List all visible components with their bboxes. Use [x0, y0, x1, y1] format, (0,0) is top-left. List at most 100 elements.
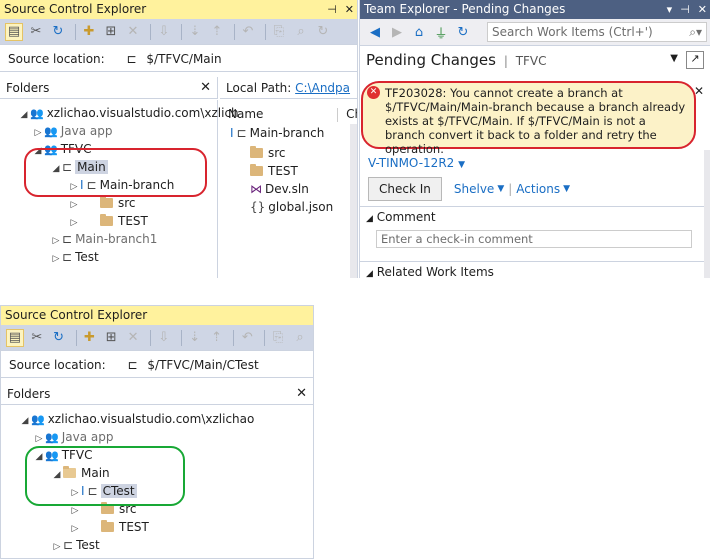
check-in-button[interactable]: Check In: [368, 177, 442, 201]
related-work-items-label: Related Work Items: [376, 265, 494, 278]
workspace-name[interactable]: V-TINMO-12R2: [368, 156, 454, 170]
error-message: ✕ TF203028: You cannot create a branch a…: [361, 81, 696, 156]
dropdown-icon[interactable]: ▾: [667, 3, 673, 16]
undo-icon[interactable]: ↶: [238, 329, 256, 347]
column-changes[interactable]: Ch: [342, 107, 357, 121]
page-subtitle: TFVC: [515, 54, 547, 68]
file-item-global-json[interactable]: {} global.json: [250, 198, 333, 216]
find-icon[interactable]: ⌕: [291, 329, 309, 347]
forward-icon[interactable]: ▶: [388, 23, 406, 41]
branch-icon: ⊏: [62, 232, 73, 246]
popout-icon[interactable]: ↗: [686, 51, 704, 69]
collapse-arrow-icon[interactable]: ◢: [366, 269, 373, 278]
bottom-source-control-explorer: Source Control Explorer ▤ ✂ ↻ ✚ ⊞ ✕ ⇩ ⇣ …: [0, 305, 314, 559]
collapse-arrow-icon[interactable]: ◢: [366, 214, 373, 224]
history-icon[interactable]: ↻: [314, 23, 332, 41]
check-in-icon[interactable]: ⇩: [155, 23, 173, 41]
refresh-icon[interactable]: ↻: [50, 329, 68, 347]
chevron-down-icon[interactable]: ▼: [458, 160, 465, 170]
close-icon[interactable]: ✕: [698, 3, 707, 16]
close-folders-icon[interactable]: ✕: [200, 77, 211, 98]
file-item-main-branch[interactable]: I ⊏ Main-branch: [230, 124, 324, 142]
undo-icon[interactable]: ↶: [239, 23, 257, 41]
source-location-value[interactable]: $/TFVC/Main: [146, 52, 221, 66]
comment-input[interactable]: Enter a check-in comment: [376, 230, 692, 248]
search-work-items[interactable]: Search Work Items (Ctrl+') ⌕▾: [487, 22, 707, 42]
tree-item-test-branch[interactable]: ▷ ⊏ Test: [51, 536, 100, 554]
close-folders-icon[interactable]: ✕: [296, 383, 307, 404]
expand-arrow-icon[interactable]: ▷: [50, 250, 62, 268]
chevron-down-icon[interactable]: ▼: [497, 184, 504, 194]
file-item-dev-sln[interactable]: ⋈ Dev.sln: [250, 180, 309, 198]
refresh-icon[interactable]: ↻: [454, 23, 472, 41]
find-icon[interactable]: ⌕: [292, 23, 310, 41]
refresh-icon[interactable]: ↻: [49, 23, 67, 41]
pin-icon[interactable]: ⊣: [680, 3, 690, 16]
column-name[interactable]: Name: [222, 107, 263, 121]
bottom-sce-title: Source Control Explorer: [5, 308, 148, 322]
delete-icon[interactable]: ✕: [124, 23, 142, 41]
new-folder-icon[interactable]: ✚: [80, 23, 98, 41]
check-in-icon[interactable]: ⇩: [155, 329, 173, 347]
search-icon[interactable]: ⌕▾: [689, 23, 702, 41]
folders-toggle-icon[interactable]: ▤: [5, 22, 23, 41]
close-icon[interactable]: ✕: [345, 3, 354, 16]
collapse-arrow-icon[interactable]: ◢: [19, 412, 31, 430]
get-latest-icon[interactable]: ⇣: [186, 23, 204, 41]
solution-icon: ⋈: [250, 182, 262, 196]
collapse-arrow-icon[interactable]: ◢: [18, 106, 30, 124]
expand-arrow-icon[interactable]: ▷: [51, 538, 63, 556]
vertical-scrollbar[interactable]: [350, 124, 357, 278]
local-path-link[interactable]: C:\Andpa: [295, 81, 350, 95]
bottom-sce-titlebar[interactable]: Source Control Explorer: [1, 306, 313, 325]
delete-icon[interactable]: ✕: [124, 329, 142, 347]
team-explorer-nav: ◀ ▶ ⌂ ⏚ ↻ Search Work Items (Ctrl+') ⌕▾: [360, 19, 710, 46]
add-items-icon[interactable]: ⊞: [102, 23, 120, 41]
pin-icon[interactable]: ⊣: [327, 3, 337, 16]
actions-link[interactable]: Actions: [516, 182, 560, 196]
page-dropdown-icon[interactable]: ▼: [670, 53, 678, 64]
check-out-icon[interactable]: ⇡: [208, 23, 226, 41]
compare-icon[interactable]: ⎘: [270, 23, 288, 41]
chevron-down-icon[interactable]: ▼: [563, 184, 570, 194]
error-icon: ✕: [367, 86, 380, 99]
comment-placeholder: Enter a check-in comment: [381, 232, 533, 246]
workspace-selector[interactable]: V-TINMO-12R2 ▼: [368, 156, 465, 170]
tree-item-test-folder[interactable]: ▷ TEST: [69, 518, 149, 536]
top-source-location: Source location: ⊏ $/TFVC/Main: [0, 46, 357, 72]
team-explorer-titlebar[interactable]: Team Explorer - Pending Changes ▾ ⊣ ✕: [360, 0, 710, 19]
comment-section: ◢ Comment: [360, 206, 710, 227]
tree-item-java-app[interactable]: ▷ 👥 Java app: [32, 122, 113, 140]
source-location-value[interactable]: $/TFVC/Main/CTest: [147, 358, 258, 372]
get-latest-icon[interactable]: ⇣: [186, 329, 204, 347]
vertical-scrollbar[interactable]: [704, 150, 710, 278]
home-icon[interactable]: ⌂: [410, 23, 428, 41]
team-project-icon: 👥: [45, 431, 59, 444]
check-out-icon[interactable]: ⇡: [208, 329, 226, 347]
error-text: TF203028: You cannot create a branch at …: [385, 86, 686, 156]
tree-item-main-branch1[interactable]: ▷ ⊏ Main-branch1: [50, 230, 158, 248]
tree-item-java-app[interactable]: ▷ 👥 Java app: [33, 428, 114, 446]
connect-icon[interactable]: ⏚: [432, 23, 450, 42]
back-icon[interactable]: ◀: [366, 23, 384, 41]
file-item-test[interactable]: TEST: [250, 162, 298, 180]
top-sce-titlebar[interactable]: Source Control Explorer ⊣ ✕: [0, 0, 357, 19]
top-sce-toolbar: ▤ ✂ ↻ ✚ ⊞ ✕ ⇩ ⇣ ⇡ ↶ ⎘ ⌕ ↻: [0, 19, 357, 45]
tree-item-test-folder[interactable]: ▷ TEST: [68, 212, 148, 230]
shelve-link[interactable]: Shelve: [454, 182, 494, 196]
compare-icon[interactable]: ⎘: [269, 329, 287, 347]
workspace-icon[interactable]: ✂: [28, 329, 46, 347]
dismiss-error-icon[interactable]: ✕: [694, 84, 704, 98]
tree-item-server[interactable]: ◢ 👥 xzlichao.visualstudio.com\xzlichao: [19, 410, 255, 430]
workspace-icon[interactable]: ✂: [27, 23, 45, 41]
tree-item-test-branch[interactable]: ▷ ⊏ Test: [50, 248, 99, 266]
related-work-items-section[interactable]: ◢ Related Work Items: [360, 261, 710, 278]
add-items-icon[interactable]: ⊞: [102, 329, 120, 347]
team-explorer-title: Team Explorer - Pending Changes: [364, 2, 566, 16]
branch-icon: ⊏: [236, 126, 247, 140]
folders-toggle-icon[interactable]: ▤: [6, 328, 24, 347]
file-item-src[interactable]: src: [250, 144, 286, 162]
tree-item-server[interactable]: ◢ 👥 xzlichao.visualstudio.com\xzlich: [18, 104, 239, 122]
search-input[interactable]: Search Work Items (Ctrl+'): [492, 25, 653, 39]
new-folder-icon[interactable]: ✚: [81, 329, 99, 347]
